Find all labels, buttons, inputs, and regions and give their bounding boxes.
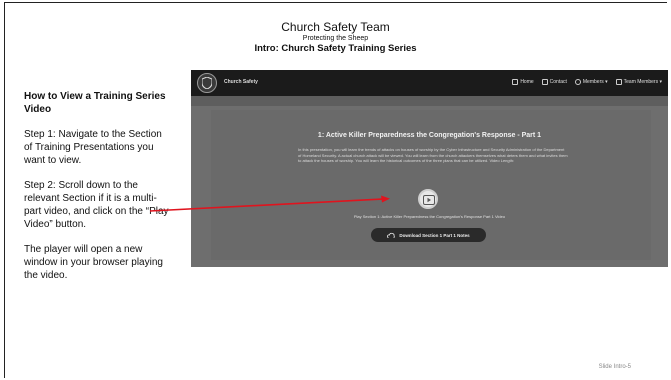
pointer-arrow: [149, 195, 390, 212]
slide-number: Slide Intro-5: [598, 364, 631, 370]
